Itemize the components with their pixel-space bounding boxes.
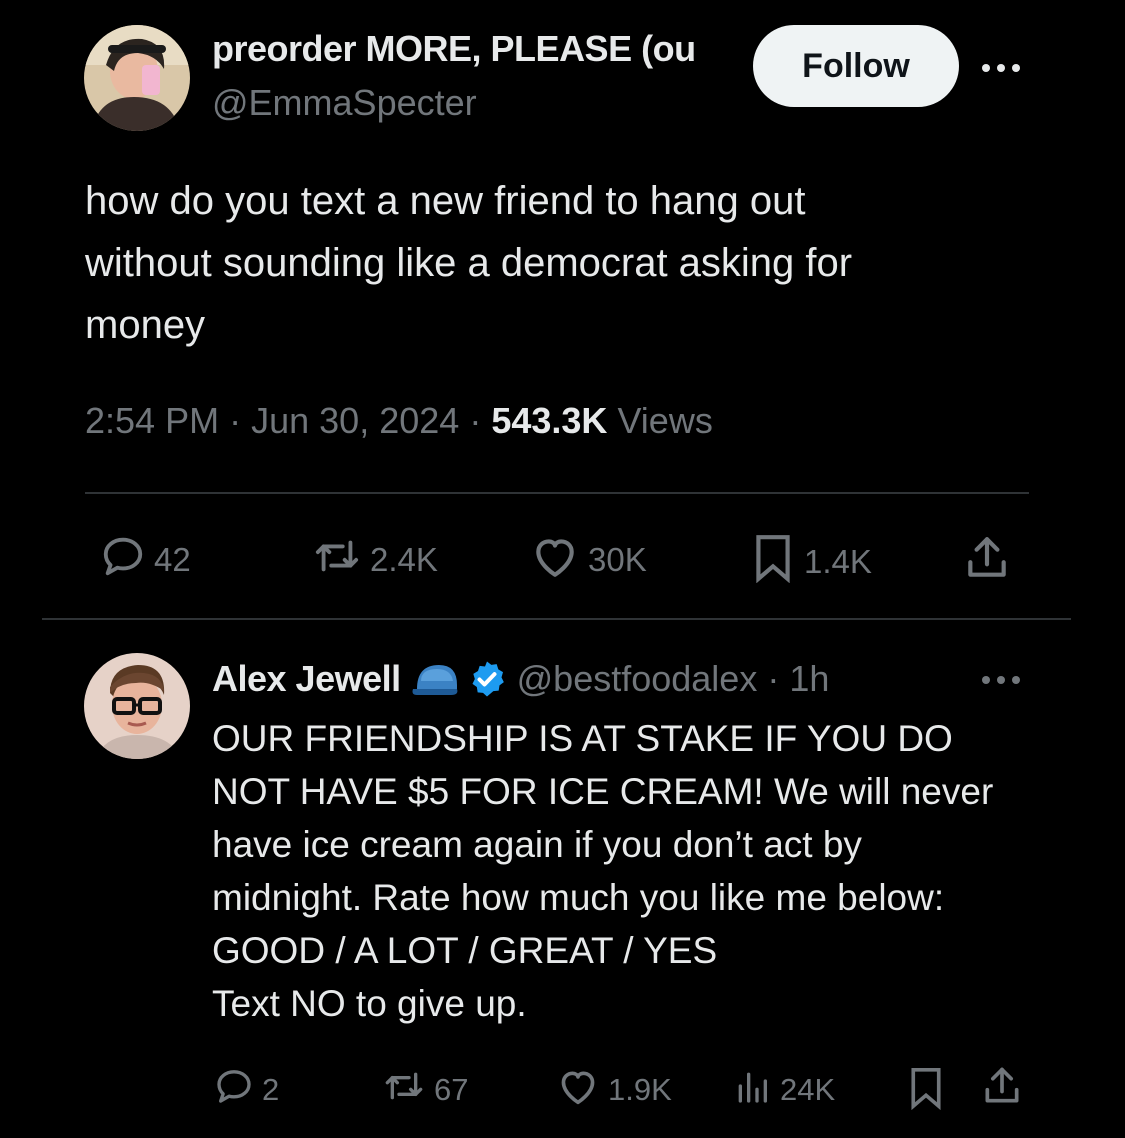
reply-text: OUR FRIENDSHIP IS AT STAKE IF YOU DO NOT… — [212, 718, 994, 1024]
tweet-page: preorder MORE, PLEASE (ou @EmmaSpecter F… — [0, 0, 1125, 1138]
reply-icon — [100, 533, 146, 587]
reply-reply-count: 2 — [262, 1072, 280, 1107]
reply-reply-action[interactable]: 2 — [214, 1066, 279, 1114]
meta-separator: · — [229, 400, 242, 441]
follow-button[interactable]: Follow — [753, 25, 959, 107]
reply-author-row: Alex Jewell @bestfoodalex · 1h — [212, 656, 829, 702]
views-count[interactable]: 543.3K — [491, 400, 607, 441]
repost-icon — [382, 1066, 426, 1114]
analytics-icon — [732, 1066, 772, 1114]
repost-icon — [312, 533, 362, 587]
bookmark-icon — [750, 533, 796, 591]
share-action[interactable] — [962, 533, 1012, 591]
reply-like-action[interactable]: 1.9K — [556, 1066, 672, 1114]
share-icon — [980, 1064, 1024, 1116]
reply-more-options-icon[interactable] — [976, 660, 1026, 700]
bookmark-action[interactable]: 1.4K — [750, 533, 872, 591]
views-label: Views — [617, 400, 713, 441]
repost-count: 2.4K — [370, 541, 438, 578]
reply-icon — [214, 1066, 254, 1114]
tweet-time[interactable]: 2:54 PM — [85, 400, 219, 441]
tweet-meta: 2:54 PM · Jun 30, 2024 · 543.3K Views — [85, 400, 713, 442]
more-options-icon[interactable] — [976, 48, 1026, 88]
share-icon — [962, 533, 1012, 591]
heart-icon — [556, 1066, 600, 1114]
heart-icon — [530, 533, 580, 587]
reply-views-action[interactable]: 24K — [732, 1066, 835, 1114]
reply-action[interactable]: 42 — [100, 533, 191, 587]
cap-emoji-icon — [411, 659, 461, 699]
reply-author-handle[interactable]: @bestfoodalex · 1h — [517, 658, 830, 700]
author-handle[interactable]: @EmmaSpecter — [212, 82, 477, 124]
author-avatar[interactable] — [84, 25, 190, 131]
reply-repost-action[interactable]: 67 — [382, 1066, 468, 1114]
author-display-name[interactable]: preorder MORE, PLEASE (ou — [212, 28, 734, 74]
meta-separator: · — [469, 400, 482, 441]
like-count: 30K — [588, 541, 647, 578]
tweet-text: how do you text a new friend to hang out… — [85, 179, 853, 347]
reply-views-count: 24K — [780, 1072, 836, 1107]
reply-author-name[interactable]: Alex Jewell — [212, 658, 401, 700]
reply-repost-count: 67 — [434, 1072, 469, 1107]
like-action[interactable]: 30K — [530, 533, 647, 587]
repost-action[interactable]: 2.4K — [312, 533, 438, 587]
verified-badge-icon — [467, 659, 507, 699]
reply-like-count: 1.9K — [608, 1072, 672, 1107]
divider — [85, 492, 1029, 494]
reply-bookmark-action[interactable] — [906, 1066, 946, 1118]
bookmark-count: 1.4K — [804, 543, 872, 580]
reply-count: 42 — [154, 541, 191, 578]
tweet-date[interactable]: Jun 30, 2024 — [251, 400, 459, 441]
bookmark-icon — [906, 1066, 946, 1118]
divider — [42, 618, 1071, 620]
reply-share-action[interactable] — [980, 1064, 1024, 1116]
reply-author-avatar[interactable] — [84, 653, 190, 759]
